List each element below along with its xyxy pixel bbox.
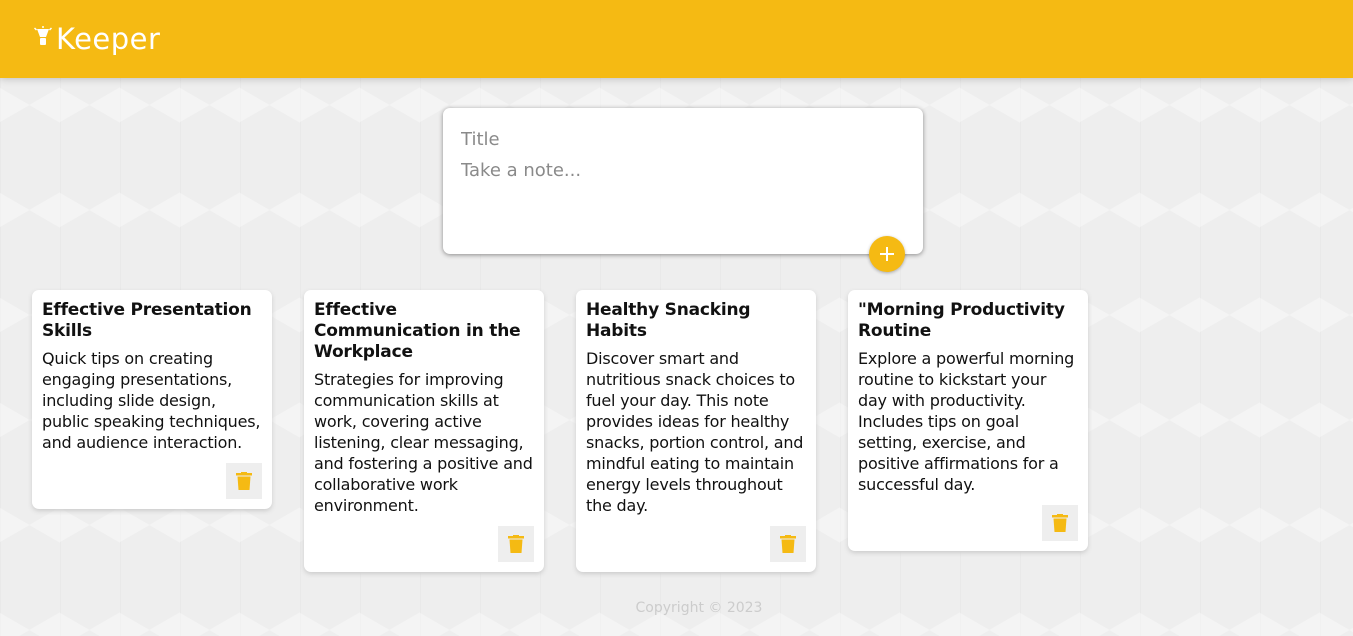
footer: Copyright © 2023	[0, 600, 1353, 616]
delete-note-button[interactable]	[1042, 505, 1078, 541]
note-content-input[interactable]	[461, 158, 905, 238]
trash-icon	[780, 535, 796, 553]
note-title: Effective Communication in the Workplace	[314, 300, 521, 362]
note-content: Strategies for improving communication s…	[314, 370, 538, 515]
note-card: "Morning Productivity Routine Explore a …	[848, 290, 1088, 551]
note-card: Effective Presentation Skills Quick tips…	[32, 290, 272, 509]
create-note-form	[443, 108, 923, 272]
note-title: Effective Presentation Skills	[42, 300, 252, 341]
note-content: Quick tips on creating engaging presenta…	[42, 349, 266, 452]
trash-icon	[508, 535, 524, 553]
delete-note-button[interactable]	[226, 463, 262, 499]
note-card: Effective Communication in the Workplace…	[304, 290, 544, 572]
add-note-button[interactable]	[869, 236, 905, 272]
note-title: "Morning Productivity Routine	[858, 300, 1065, 341]
trash-icon	[236, 472, 252, 490]
note-content: Discover smart and nutritious snack choi…	[586, 349, 809, 515]
lightbulb-icon	[34, 26, 52, 45]
note-content: Explore a powerful morning routine to ki…	[858, 349, 1080, 494]
note-card: Healthy Snacking Habits Discover smart a…	[576, 290, 816, 572]
plus-icon	[880, 247, 894, 261]
delete-note-button[interactable]	[770, 526, 806, 562]
note-title: Healthy Snacking Habits	[586, 300, 751, 341]
copyright-text: Copyright © 2023	[635, 600, 763, 616]
delete-note-button[interactable]	[498, 526, 534, 562]
trash-icon	[1052, 514, 1068, 532]
app-title: Keeper	[56, 22, 161, 56]
note-title-input[interactable]	[461, 126, 905, 152]
app-header: Keeper	[0, 0, 1353, 78]
